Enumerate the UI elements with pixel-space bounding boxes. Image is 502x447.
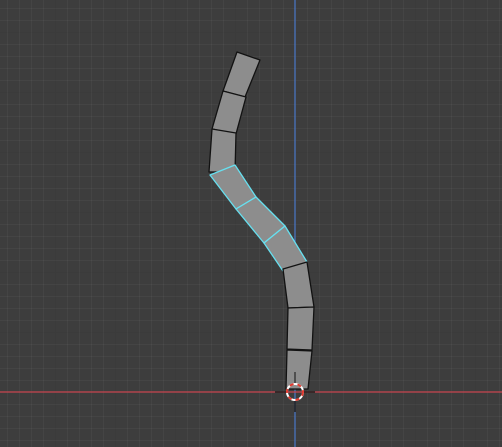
armature[interactable] — [208, 51, 315, 390]
bone-8[interactable] — [286, 306, 315, 351]
viewport-canvas[interactable] — [0, 0, 502, 447]
3d-viewport[interactable] — [0, 0, 502, 447]
bone-1[interactable] — [222, 51, 261, 98]
bone-9[interactable] — [285, 349, 313, 390]
bone-7[interactable] — [282, 261, 315, 309]
bone-2[interactable] — [211, 90, 247, 135]
